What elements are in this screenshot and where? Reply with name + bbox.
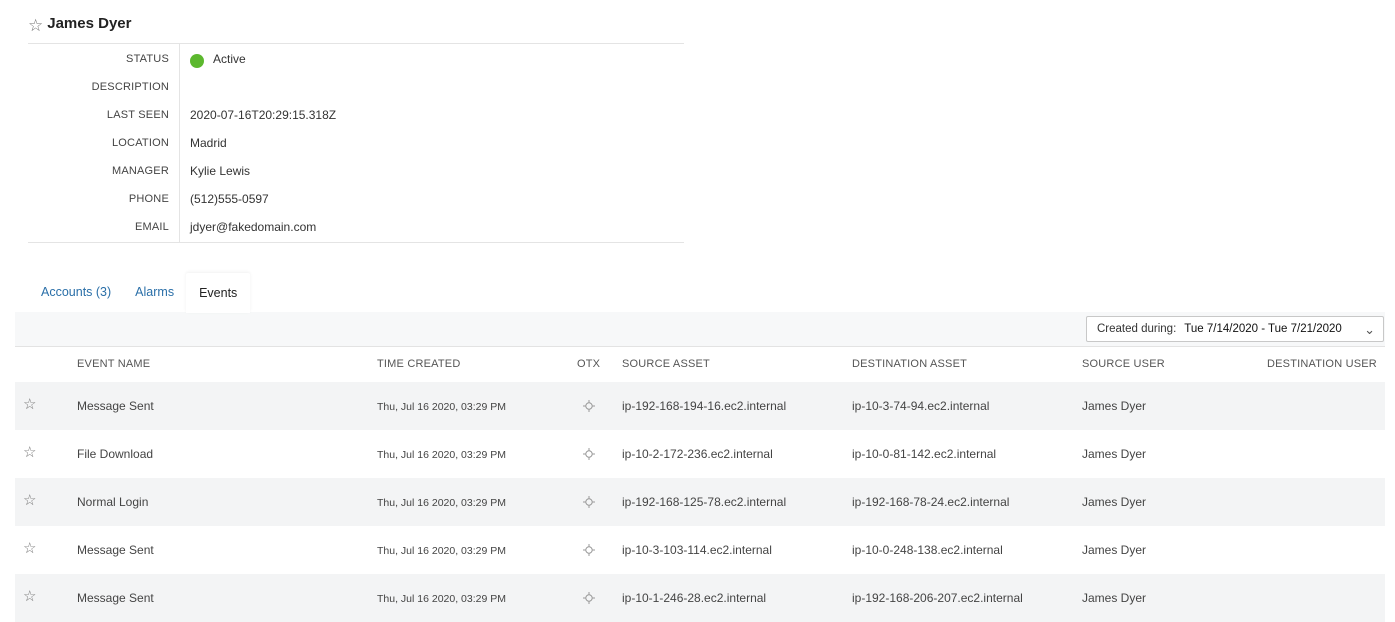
crosshair-icon[interactable] [583, 496, 595, 508]
source-user[interactable]: James Dyer [1082, 495, 1146, 509]
source-user[interactable]: James Dyer [1082, 447, 1146, 461]
time-created: Thu, Jul 16 2020, 03:29 PM [377, 593, 506, 605]
column-event-name[interactable]: EVENT NAME [77, 358, 150, 370]
column-source-asset[interactable]: SOURCE ASSET [622, 358, 710, 370]
star-icon[interactable]: ☆ [23, 445, 36, 460]
status-dot-icon [190, 54, 204, 68]
source-asset[interactable]: ip-10-3-103-114.ec2.internal [622, 543, 772, 557]
source-user[interactable]: James Dyer [1082, 591, 1146, 605]
tab-events[interactable]: Events [186, 273, 251, 313]
user-details-panel: STATUS Active DESCRIPTION LAST SEEN 2020… [28, 43, 684, 243]
destination-asset[interactable]: ip-10-0-81-142.ec2.internal [852, 447, 996, 461]
detail-row-status: STATUS Active [28, 49, 684, 69]
detail-row-manager: MANAGER Kylie Lewis [28, 161, 684, 181]
event-name[interactable]: File Download [77, 447, 153, 461]
star-icon[interactable]: ☆ [23, 541, 36, 556]
source-asset[interactable]: ip-192-168-194-16.ec2.internal [622, 399, 786, 413]
detail-label: EMAIL [134, 221, 169, 233]
source-asset[interactable]: ip-10-1-246-28.ec2.internal [622, 591, 766, 605]
crosshair-icon[interactable] [583, 448, 595, 460]
detail-value: 2020-07-16T20:29:15.318Z [190, 108, 337, 122]
page-title: James Dyer [47, 14, 132, 32]
destination-asset[interactable]: ip-10-3-74-94.ec2.internal [852, 399, 989, 413]
detail-row-phone: PHONE (512)555-0597 [28, 189, 684, 209]
destination-asset[interactable]: ip-192-168-206-207.ec2.internal [852, 591, 1023, 605]
table-row[interactable]: ☆ Message Sent Thu, Jul 16 2020, 03:29 P… [15, 382, 1385, 430]
table-header: EVENT NAME TIME CREATED OTX SOURCE ASSET… [15, 346, 1385, 383]
column-destination-asset[interactable]: DESTINATION ASSET [852, 358, 967, 370]
event-name[interactable]: Message Sent [77, 543, 154, 557]
destination-asset[interactable]: ip-10-0-248-138.ec2.internal [852, 543, 1003, 557]
detail-value: (512)555-0597 [190, 192, 269, 206]
source-asset[interactable]: ip-10-2-172-236.ec2.internal [622, 447, 773, 461]
event-name[interactable]: Message Sent [77, 591, 154, 605]
column-time-created[interactable]: TIME CREATED [377, 358, 460, 370]
crosshair-icon[interactable] [583, 400, 595, 412]
created-during-filter[interactable]: Created during: Tue 7/14/2020 - Tue 7/21… [1086, 316, 1384, 342]
table-row[interactable]: ☆ Message Sent Thu, Jul 16 2020, 03:29 P… [15, 526, 1385, 574]
filter-label: Created during: [1097, 323, 1177, 335]
source-asset[interactable]: ip-192-168-125-78.ec2.internal [622, 495, 786, 509]
chevron-down-icon[interactable]: ⌄ [1364, 322, 1375, 338]
detail-label: STATUS [126, 53, 169, 65]
crosshair-icon[interactable] [583, 544, 595, 556]
detail-row-location: LOCATION Madrid [28, 133, 684, 153]
table-row[interactable]: ☆ Normal Login Thu, Jul 16 2020, 03:29 P… [15, 478, 1385, 526]
table-row[interactable]: ☆ File Download Thu, Jul 16 2020, 03:29 … [15, 430, 1385, 478]
detail-label: PHONE [128, 193, 169, 205]
event-name[interactable]: Normal Login [77, 495, 148, 509]
filter-value: Tue 7/14/2020 - Tue 7/21/2020 [1184, 323, 1342, 335]
star-icon[interactable]: ☆ [23, 589, 36, 604]
time-created: Thu, Jul 16 2020, 03:29 PM [377, 545, 506, 557]
status-text: Active [213, 52, 246, 66]
table-row[interactable]: ☆ Message Sent Thu, Jul 16 2020, 03:29 P… [15, 574, 1385, 622]
source-user[interactable]: James Dyer [1082, 543, 1146, 557]
time-created: Thu, Jul 16 2020, 03:29 PM [377, 401, 506, 413]
time-created: Thu, Jul 16 2020, 03:29 PM [377, 497, 506, 509]
star-icon[interactable]: ☆ [23, 493, 36, 508]
column-source-user[interactable]: SOURCE USER [1082, 358, 1165, 370]
detail-label: DESCRIPTION [91, 81, 169, 93]
detail-value: Kylie Lewis [190, 164, 251, 178]
detail-value: Active [190, 52, 246, 68]
destination-asset[interactable]: ip-192-168-78-24.ec2.internal [852, 495, 1009, 509]
star-icon[interactable]: ☆ [23, 397, 36, 412]
tab-bar: Accounts (3) Alarms Events [15, 273, 251, 313]
time-created: Thu, Jul 16 2020, 03:29 PM [377, 449, 506, 461]
source-user[interactable]: James Dyer [1082, 399, 1146, 413]
detail-row-email: EMAIL jdyer@fakedomain.com [28, 217, 684, 237]
detail-label: LOCATION [111, 137, 169, 149]
tab-accounts[interactable]: Accounts (3) [15, 273, 123, 311]
detail-label: LAST SEEN [106, 109, 169, 121]
page-header: ☆ James Dyer [28, 12, 131, 34]
event-name[interactable]: Message Sent [77, 399, 154, 413]
star-icon[interactable]: ☆ [28, 17, 43, 34]
column-otx[interactable]: OTX [577, 358, 600, 370]
detail-value: Madrid [190, 136, 227, 150]
detail-row-last-seen: LAST SEEN 2020-07-16T20:29:15.318Z [28, 105, 684, 125]
tab-alarms[interactable]: Alarms [123, 273, 186, 311]
detail-value: jdyer@fakedomain.com [190, 220, 317, 234]
detail-label: MANAGER [111, 165, 169, 177]
column-destination-user[interactable]: DESTINATION USER [1267, 358, 1377, 370]
crosshair-icon[interactable] [583, 592, 595, 604]
detail-row-description: DESCRIPTION [28, 77, 684, 97]
